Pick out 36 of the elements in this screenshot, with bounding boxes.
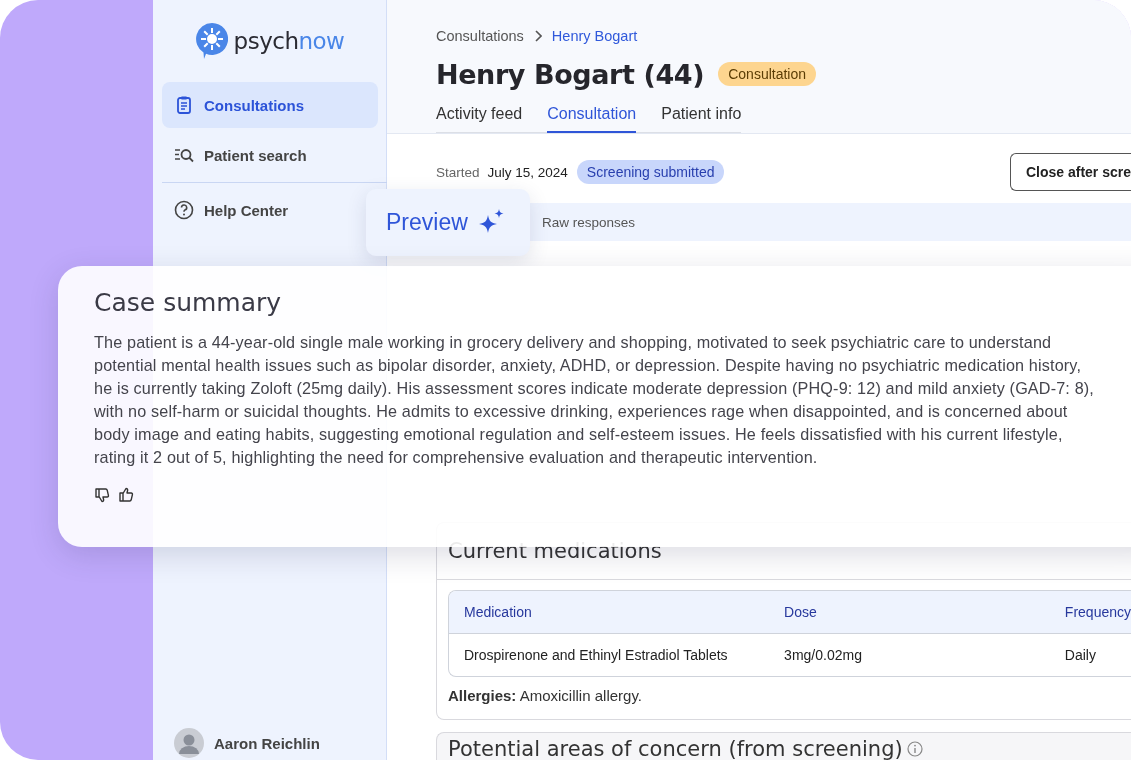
column-header: Medication <box>449 591 770 634</box>
close-button[interactable]: Close after scre <box>1009 153 1131 191</box>
type-badge: Consultation <box>718 62 817 86</box>
patient-title: Henry Bogart (44) <box>436 58 705 90</box>
sidebar-item[interactable]: Help Center <box>162 187 301 233</box>
logo-text: psychnow <box>233 28 345 54</box>
table-cell-text: Drospirenone and Ethinyl Estradiol Tablets <box>463 646 729 665</box>
thumbs-up-icon[interactable] <box>118 487 134 503</box>
user-name: Aaron Reichlin <box>214 734 320 752</box>
logo-icon <box>195 23 228 59</box>
breadcrumb-link[interactable]: Consultations <box>436 28 524 44</box>
table-cell-text: 3mg/0.02mg <box>783 646 863 665</box>
summary-text: The patient is a 44-year-old single male working in grocery delivery and shopping, motivated to seek psychiatric care to understand potential mental health issues such as bipolar disorder, anxiety, ADHD, or depression. Despite having no psychiatric medication history, he is currently taking Zoloft (25mg daily). His assessment scores indicate moderate depression (PHQ-9: 12) and mild anxiety (GAD-7: 8), with no self-harm or suicidal thoughts. He admits to excessive drinking, experiences rage when disappointed, and is concerned about body image and eating habits, suggesting emotional regulation and self-esteem issues. He feels dissatisfied with his current lifestyle, rating it 2 out of 5, highlighting the need for comprehensive evaluation and therapeutic intervention. <box>94 332 1094 468</box>
started-label: Started <box>436 164 480 180</box>
column-header: Frequency <box>1049 591 1131 634</box>
section-heading: Potential areas of concern (from screening) <box>448 737 903 760</box>
tab[interactable]: Activity feed <box>436 100 523 133</box>
subtab[interactable]: Raw responses <box>530 214 648 230</box>
avatar <box>174 728 204 758</box>
allergies-text: Allergies: Amoxicillin allergy. <box>448 686 643 706</box>
started-date: July 15, 2024 <box>487 164 568 180</box>
clipboard-icon <box>174 95 194 115</box>
status-badge: Screening submitted <box>576 160 725 184</box>
thumbs-down-icon[interactable] <box>94 487 110 503</box>
table-cell-text: Daily <box>1063 646 1097 665</box>
card-title: Case summary <box>94 287 283 319</box>
sidebar-item[interactable]: Consultations <box>162 82 378 128</box>
tab[interactable]: Patient info <box>661 100 742 133</box>
subtab[interactable]: Preview <box>366 188 530 256</box>
help-icon <box>174 200 194 220</box>
breadcrumb-current[interactable]: Henry Bogart <box>551 28 638 44</box>
column-header: Dose <box>769 591 1050 634</box>
sidebar-item[interactable]: Patient search <box>162 132 319 178</box>
chevron-right-icon <box>533 30 542 42</box>
info-icon <box>906 741 923 757</box>
tab[interactable]: Consultation <box>547 100 637 133</box>
